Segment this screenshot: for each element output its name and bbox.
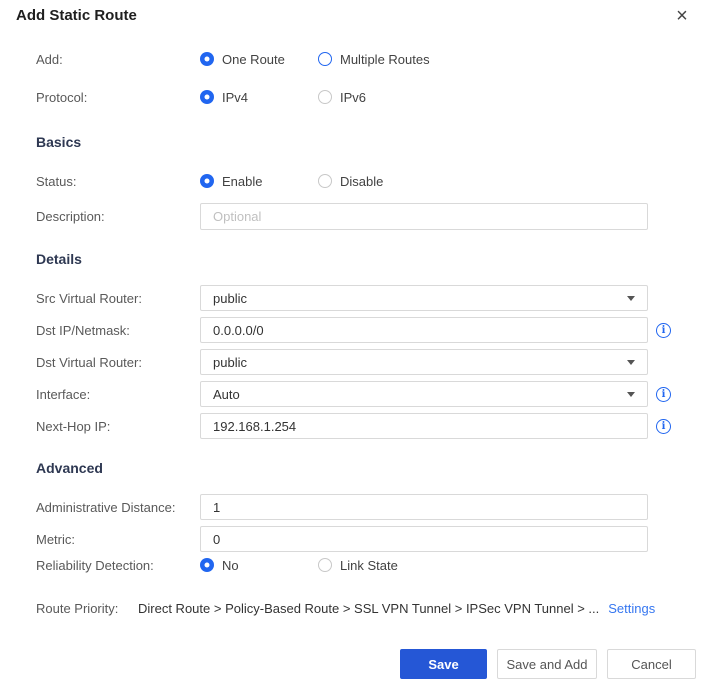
save-button[interactable]: Save [400,649,487,679]
protocol-label: Protocol: [36,89,88,105]
description-label: Description: [36,209,105,224]
radio-multiple-routes-label: Multiple Routes [340,51,430,67]
interface-select[interactable]: Auto [200,381,648,407]
chevron-down-icon [627,359,635,365]
info-icon[interactable]: i [656,418,671,434]
radio-ipv4[interactable]: IPv4 [200,90,318,105]
radio-one-route-label: One Route [222,51,285,67]
interface-label: Interface: [36,386,91,402]
section-details: Details [36,251,82,267]
dst-virtual-router-row: Dst Virtual Router: public [36,349,706,375]
administrative-distance-row: Administrative Distance: [36,494,706,520]
radio-selected-icon[interactable] [200,52,214,66]
radio-selected-icon[interactable] [200,174,214,188]
radio-unselected-icon[interactable] [318,174,332,188]
administrative-distance-input[interactable] [200,494,648,520]
section-advanced: Advanced [36,460,103,476]
radio-link-state-label: Link State [340,557,398,573]
dst-virtual-router-select[interactable]: public [200,349,648,375]
radio-one-route[interactable]: One Route [200,52,318,67]
chevron-down-icon [627,391,635,397]
description-input[interactable] [200,203,648,230]
radio-link-state[interactable]: Link State [318,558,398,573]
status-row: Status: Enable Disable [36,172,706,190]
route-priority-settings-link[interactable]: Settings [608,601,655,616]
radio-selected-icon[interactable] [200,558,214,572]
metric-label: Metric: [36,531,75,547]
radio-ipv6-label: IPv6 [340,89,367,105]
radio-no[interactable]: No [200,558,318,573]
info-icon[interactable]: i [656,322,671,338]
dialog-title: Add Static Route [16,7,137,24]
status-label: Status: [36,173,77,189]
chevron-down-icon [627,295,635,301]
src-virtual-router-select[interactable]: public [200,285,648,311]
src-virtual-router-value: public [213,290,247,306]
radio-unselected-icon[interactable] [318,52,332,66]
next-hop-ip-row: Next-Hop IP: i [36,413,706,439]
next-hop-ip-input[interactable] [200,413,648,439]
radio-ipv6[interactable]: IPv6 [318,90,366,105]
radio-enable-label: Enable [222,173,263,189]
section-basics: Basics [36,134,82,150]
protocol-row: Protocol: IPv4 IPv6 [36,88,706,106]
metric-input[interactable] [200,526,648,552]
route-priority-label: Route Priority: [36,600,119,616]
next-hop-ip-label: Next-Hop IP: [36,418,111,434]
radio-disable[interactable]: Disable [318,174,383,189]
dst-ip-netmask-input[interactable] [200,317,648,343]
src-virtual-router-label: Src Virtual Router: [36,290,142,306]
add-row: Add: One Route Multiple Routes [36,50,706,68]
cancel-button[interactable]: Cancel [607,649,696,679]
dst-virtual-router-label: Dst Virtual Router: [36,354,142,370]
radio-unselected-icon[interactable] [318,558,332,572]
info-icon[interactable]: i [656,386,671,402]
button-bar: Save Save and Add Cancel [400,649,696,679]
radio-ipv4-label: IPv4 [222,89,249,105]
interface-value: Auto [213,386,240,402]
add-label: Add: [36,51,63,67]
radio-disable-label: Disable [340,173,384,189]
metric-row: Metric: [36,526,706,552]
radio-selected-icon[interactable] [200,90,214,104]
radio-unselected-icon[interactable] [318,90,332,104]
reliability-detection-label: Reliability Detection: [36,557,154,573]
radio-no-label: No [222,557,239,573]
close-icon[interactable]: × [670,4,694,28]
save-and-add-button[interactable]: Save and Add [497,649,597,679]
dst-ip-netmask-row: Dst IP/Netmask: i [36,317,706,343]
description-row: Description: [36,203,706,230]
route-priority-row: Route Priority: Direct Route > Policy-Ba… [36,599,706,617]
reliability-detection-row: Reliability Detection: No Link State [36,556,706,574]
dst-ip-netmask-label: Dst IP/Netmask: [36,322,130,338]
route-priority-value: Direct Route > Policy-Based Route > SSL … [138,600,600,616]
dst-virtual-router-value: public [213,354,247,370]
src-virtual-router-row: Src Virtual Router: public [36,285,706,311]
interface-row: Interface: Auto i [36,381,706,407]
radio-enable[interactable]: Enable [200,174,318,189]
administrative-distance-label: Administrative Distance: [36,499,176,515]
radio-multiple-routes[interactable]: Multiple Routes [318,52,430,67]
